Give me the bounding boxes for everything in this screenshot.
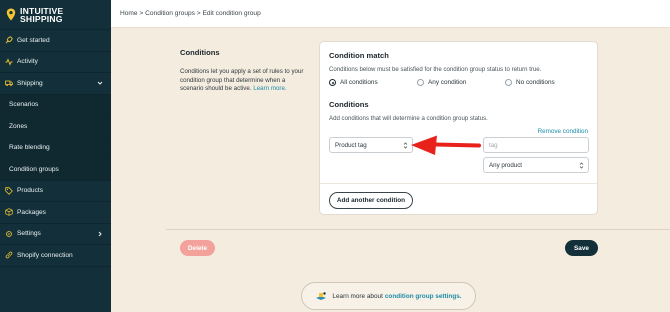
top-bar: Home > Condition groups > Edit condition… [111, 0, 670, 28]
rocket-icon [5, 36, 13, 44]
card-divider [320, 183, 597, 184]
section-title: Conditions [180, 48, 220, 57]
brand-line-2: SHIPPING [20, 13, 63, 24]
select-value: Any product [489, 161, 523, 169]
brand-name: INTUITIVE SHIPPING [20, 6, 63, 24]
sidebar-item-scenarios[interactable]: Scenarios [0, 94, 111, 116]
radio-all-conditions[interactable]: All conditions [329, 79, 417, 86]
radio-any-condition[interactable]: Any condition [417, 79, 505, 86]
truck-icon [5, 79, 13, 87]
link-icon [5, 251, 13, 259]
add-another-condition-button[interactable]: Add another condition [329, 192, 413, 209]
learn-more-link[interactable]: Learn more. [253, 85, 286, 92]
package-icon [5, 208, 13, 217]
sidebar-item-label: Get started [17, 36, 50, 44]
sidebar-item-label: Shopify connection [17, 251, 73, 259]
conditions-description-text: Add conditions that will determine a con… [329, 115, 488, 122]
sidebar-item-packages[interactable]: Packages [0, 202, 111, 224]
learn-more-text: Learn more about [332, 292, 383, 300]
select-arrows-icon [579, 162, 584, 169]
input-placeholder: tag [489, 141, 498, 149]
radio-no-conditions[interactable]: No conditions [505, 79, 555, 86]
sidebar-item-label: Settings [17, 230, 41, 238]
select-value: Product tag [335, 141, 367, 149]
conditions-title: Conditions [329, 100, 369, 109]
section-body: Conditions let you apply a set of rules … [180, 68, 310, 94]
footer-separator [166, 229, 670, 230]
sidebar-nav: Get started Activity Shipping Scenarios … [0, 30, 111, 267]
location-pin-icon [6, 8, 16, 21]
sidebar-item-condition-groups[interactable]: Condition groups [0, 159, 111, 181]
radio-label: All conditions [340, 79, 378, 86]
sidebar-item-shopify-connection[interactable]: Shopify connection [0, 245, 111, 267]
condition-match-radios: All conditions Any condition No conditio… [329, 79, 555, 86]
sidebar-item-label: Shipping [17, 79, 43, 87]
radio-label: Any condition [428, 79, 467, 86]
chevron-right-icon [98, 231, 102, 236]
condition-match-title: Condition match [329, 51, 389, 60]
conditions-card: Condition match Conditions below must be… [319, 41, 598, 215]
save-button[interactable]: Save [565, 240, 598, 256]
condition-match-description: Conditions below must be satisfied for t… [329, 66, 542, 73]
condition-group-settings-link[interactable]: condition group settings. [385, 293, 462, 300]
gear-icon [5, 230, 13, 238]
brand-logo[interactable]: INTUITIVE SHIPPING [0, 0, 111, 30]
sidebar-item-get-started[interactable]: Get started [0, 30, 111, 52]
sidebar-item-label: Rate blending [9, 144, 50, 152]
tag-input[interactable]: tag [483, 137, 589, 153]
tag-icon [5, 187, 13, 195]
shipping-graphic-icon [316, 292, 327, 300]
sidebar-item-label: Zones [9, 122, 28, 130]
product-select[interactable]: Any product [483, 157, 589, 173]
sidebar-item-activity[interactable]: Activity [0, 52, 111, 73]
delete-button[interactable]: Delete [180, 240, 215, 256]
sidebar-item-shipping[interactable]: Shipping [0, 73, 111, 95]
sidebar-item-label: Activity [17, 58, 38, 66]
conditions-description: Conditions Conditions let you apply a se… [180, 48, 310, 94]
condition-field-select[interactable]: Product tag [329, 137, 413, 153]
sidebar: INTUITIVE SHIPPING Get started Activity … [0, 0, 111, 312]
chevron-down-icon [97, 81, 103, 85]
remove-condition-link[interactable]: Remove condition [538, 128, 588, 135]
select-arrows-icon [403, 142, 408, 149]
radio-button-selected[interactable] [329, 79, 336, 86]
sidebar-item-rate-blending[interactable]: Rate blending [0, 137, 111, 159]
sidebar-item-zones[interactable]: Zones [0, 116, 111, 138]
sidebar-item-label: Condition groups [9, 165, 59, 173]
sidebar-item-label: Packages [17, 208, 46, 216]
breadcrumb[interactable]: Home > Condition groups > Edit condition… [120, 10, 261, 17]
sidebar-item-settings[interactable]: Settings [0, 224, 111, 245]
learn-more-banner: Learn more about condition group setting… [301, 282, 476, 310]
activity-icon [5, 58, 13, 66]
radio-button[interactable] [505, 79, 512, 86]
sidebar-item-label: Scenarios [9, 101, 39, 109]
radio-label: No conditions [516, 79, 555, 86]
radio-button[interactable] [417, 79, 424, 86]
sidebar-item-products[interactable]: Products [0, 181, 111, 202]
annotation-arrow-icon [411, 135, 481, 155]
sidebar-item-label: Products [17, 187, 44, 195]
